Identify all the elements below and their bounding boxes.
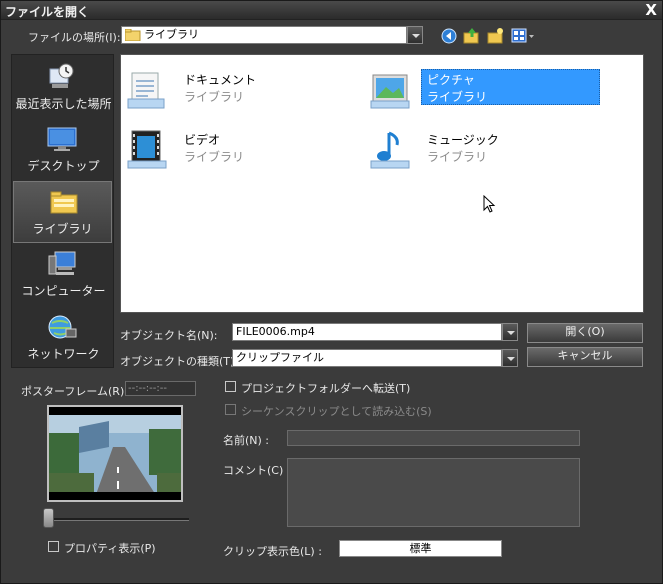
- close-button[interactable]: X: [645, 1, 657, 19]
- file-item-documents[interactable]: ドキュメント ライブラリ: [126, 69, 306, 109]
- property-display-checkbox[interactable]: [48, 541, 59, 552]
- pictures-library-icon: [370, 74, 410, 109]
- file-type: ライブラリ: [427, 90, 488, 104]
- desktop-icon: [47, 127, 77, 151]
- video-preview: [47, 405, 183, 502]
- place-label: コンピューター: [21, 284, 106, 298]
- videos-library-icon: [127, 130, 167, 169]
- open-file-dialog: ファイルを開く X ファイルの場所(I): ライブラリ 最近表示した場所 デスク…: [0, 0, 663, 584]
- computer-icon: [48, 251, 76, 275]
- comment-textarea[interactable]: [287, 458, 580, 527]
- file-name: ミュージック: [427, 133, 499, 147]
- file-type: ライブラリ: [427, 150, 488, 164]
- file-name: ビデオ: [184, 133, 221, 147]
- place-recent[interactable]: 最近表示した場所: [12, 57, 115, 119]
- location-value: ライブラリ: [144, 28, 199, 41]
- network-icon: [48, 315, 77, 339]
- file-type: ライブラリ: [184, 90, 245, 104]
- poster-frame-timecode: --:--:--:--: [125, 381, 196, 396]
- preview-slider-thumb[interactable]: [43, 508, 54, 528]
- location-combo[interactable]: ライブラリ: [121, 26, 407, 44]
- file-type: ライブラリ: [184, 150, 245, 164]
- object-name-input[interactable]: FILE0006.mp4: [232, 323, 502, 341]
- cancel-button[interactable]: キャンセル: [527, 347, 643, 367]
- place-network[interactable]: ネットワーク: [12, 307, 115, 369]
- place-label: 最近表示した場所: [15, 97, 112, 111]
- file-name: ドキュメント: [184, 73, 257, 87]
- poster-frame-label: ポスターフレーム(R) :: [21, 385, 132, 398]
- mouse-cursor-icon: [483, 195, 496, 213]
- file-item-music[interactable]: ミュージック ライブラリ: [369, 129, 549, 169]
- places-bar: 最近表示した場所 デスクトップ ライブラリ コンピューター ネットワーク: [11, 54, 114, 368]
- folder-icon: [125, 29, 141, 41]
- object-type-select[interactable]: クリップファイル: [232, 349, 502, 367]
- location-label: ファイルの場所(I):: [28, 31, 121, 44]
- name-input[interactable]: [287, 430, 580, 446]
- load-as-sequence-checkbox: [225, 404, 236, 415]
- load-as-sequence-label: シーケンスクリップとして読み込む(S): [241, 405, 432, 418]
- clip-color-label: クリップ表示色(L) :: [223, 545, 322, 558]
- place-computer[interactable]: コンピューター: [12, 244, 115, 306]
- place-desktop[interactable]: デスクトップ: [12, 119, 115, 181]
- transfer-to-project-checkbox[interactable]: [225, 381, 236, 392]
- object-name-dropdown-button[interactable]: [502, 323, 518, 341]
- place-library[interactable]: ライブラリ: [13, 181, 112, 243]
- preview-thumbnail: [49, 407, 181, 500]
- recent-places-icon: [49, 63, 74, 88]
- place-label: デスクトップ: [27, 159, 100, 173]
- file-item-pictures[interactable]: ピクチャ ライブラリ: [369, 69, 600, 109]
- object-type-label: オブジェクトの種類(T):: [120, 355, 239, 368]
- view-menu-icon[interactable]: [511, 27, 535, 45]
- transfer-to-project-label: プロジェクトフォルダーへ転送(T): [241, 382, 411, 395]
- location-dropdown-button[interactable]: [407, 26, 423, 44]
- name-label: 名前(N) :: [223, 434, 270, 447]
- preview-slider-track[interactable]: [47, 518, 189, 521]
- object-name-label: オブジェクト名(N):: [120, 329, 218, 342]
- documents-library-icon: [127, 72, 165, 109]
- up-folder-icon[interactable]: [463, 27, 481, 45]
- music-library-icon: [370, 131, 410, 169]
- back-icon[interactable]: [440, 27, 458, 45]
- open-button[interactable]: 開く(O): [527, 323, 643, 343]
- library-icon: [50, 191, 78, 214]
- file-item-videos[interactable]: ビデオ ライブラリ: [126, 129, 306, 169]
- file-list[interactable]: ドキュメント ライブラリ ピクチャ ライブラリ ビデオ ライブラリ ミュージック…: [120, 54, 644, 313]
- object-type-dropdown-button[interactable]: [502, 349, 518, 367]
- new-folder-icon[interactable]: [487, 27, 505, 45]
- window-title: ファイルを開く: [5, 5, 90, 19]
- property-display-label: プロパティ表示(P): [64, 542, 156, 555]
- comment-label: コメント(C) :: [223, 464, 291, 477]
- clip-color-button[interactable]: 標準: [339, 540, 502, 557]
- file-name: ピクチャ: [427, 73, 475, 87]
- place-label: ライブラリ: [32, 222, 93, 236]
- title-bar[interactable]: ファイルを開く X: [1, 1, 662, 20]
- place-label: ネットワーク: [27, 347, 100, 361]
